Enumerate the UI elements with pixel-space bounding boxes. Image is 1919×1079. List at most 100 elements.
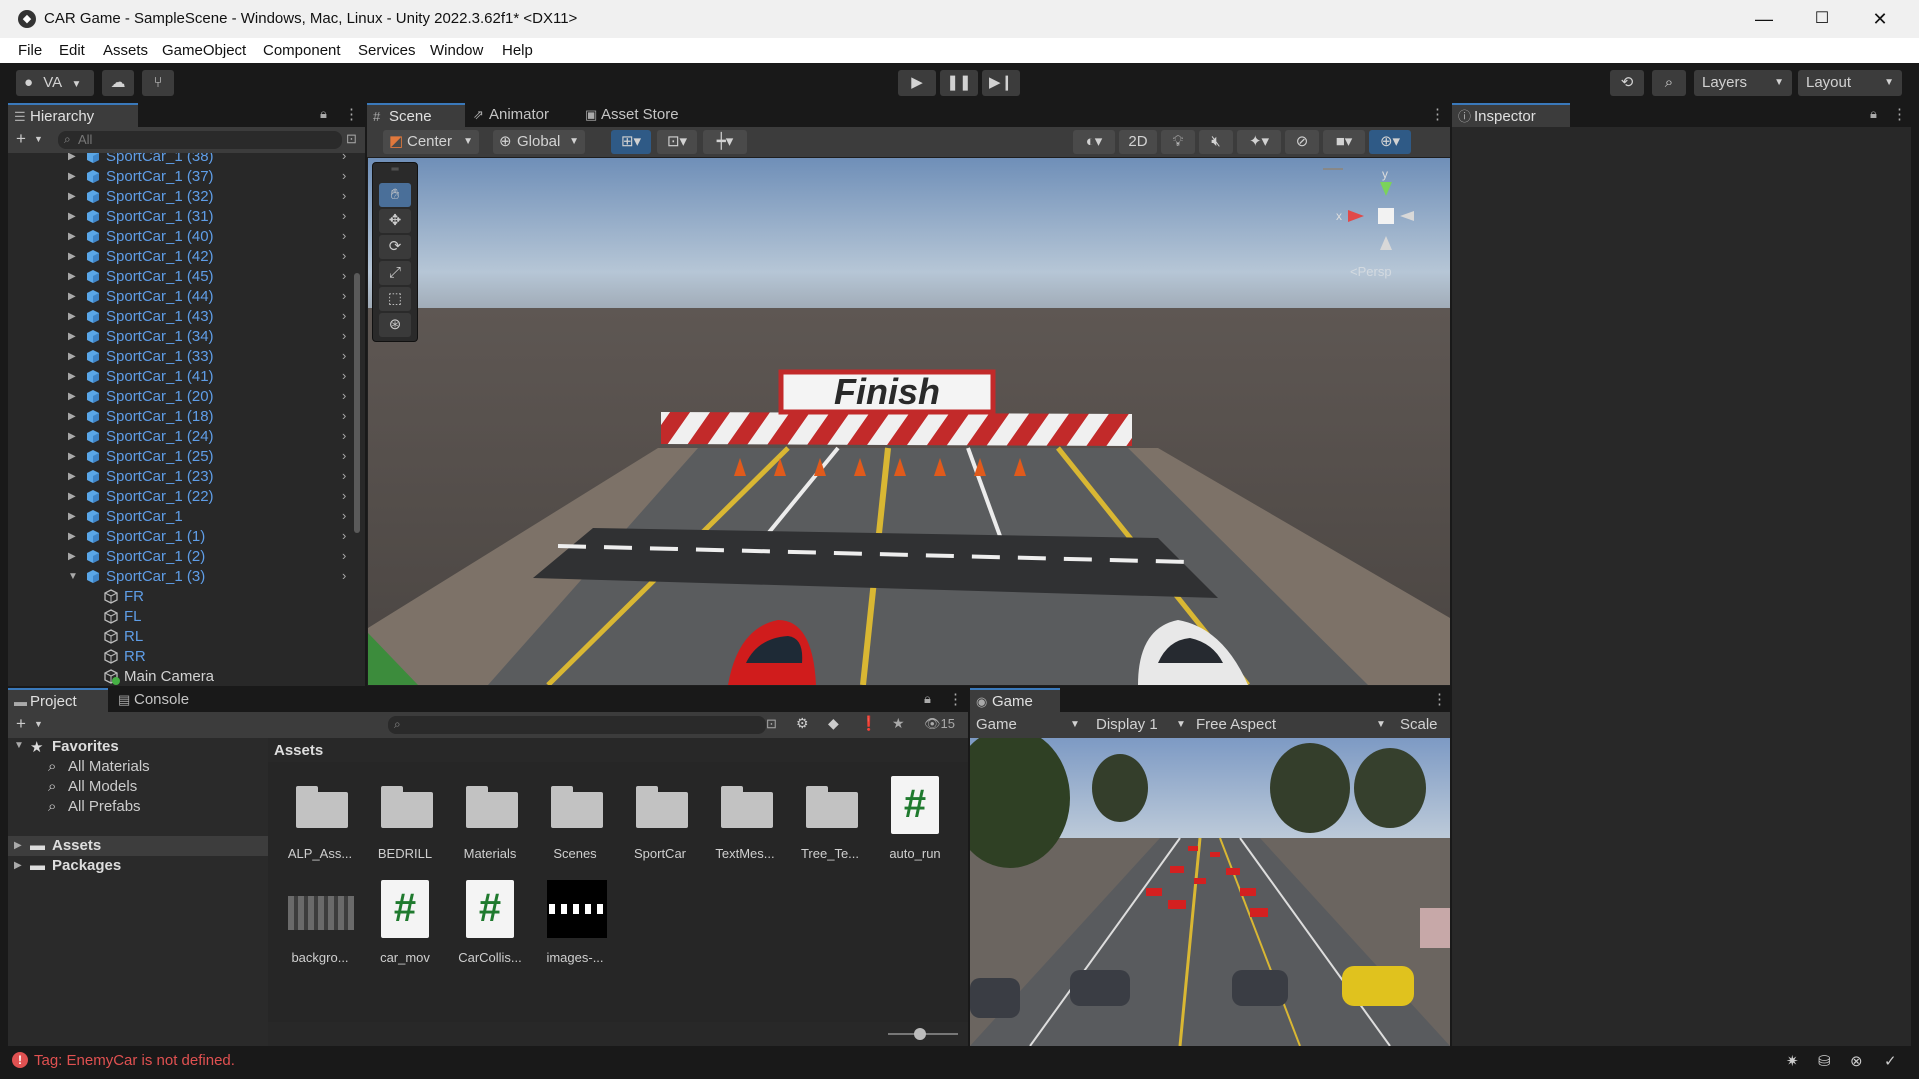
space-dropdown[interactable]: ⊕ Global ▼ (493, 130, 585, 154)
chevron-right-icon[interactable]: › (342, 268, 346, 283)
audio-icon[interactable]: 🔇︎ (1199, 130, 1233, 154)
expand-arrow-icon[interactable]: ▶ (68, 391, 76, 402)
hierarchy-item[interactable]: ▶ SportCar_1 (43) › (8, 307, 353, 327)
chevron-right-icon[interactable]: › (342, 348, 346, 363)
expand-arrow-icon[interactable]: ▶ (68, 371, 76, 382)
asset-item[interactable]: images-... (535, 880, 615, 972)
expand-arrow-icon[interactable]: ▶ (68, 531, 76, 542)
hierarchy-item[interactable]: ▶ SportCar_1 (38) › (8, 153, 353, 167)
chevron-down-icon[interactable]: ▼ (34, 719, 43, 729)
expand-arrow-icon[interactable]: ▶ (68, 331, 76, 342)
more-icon[interactable]: ⋮ (344, 105, 359, 123)
tab-inspector[interactable]: ⓘ Inspector (1452, 103, 1570, 127)
expand-arrow-icon[interactable]: ▶ (68, 471, 76, 482)
chevron-right-icon[interactable]: › (342, 168, 346, 183)
tree-assets[interactable]: Assets (52, 837, 101, 854)
asset-item[interactable]: BEDRILL (365, 776, 445, 868)
expand-arrow-icon[interactable]: ▶ (68, 153, 76, 162)
tree-assets-row[interactable] (8, 836, 268, 856)
overlay-handle[interactable] (1323, 168, 1343, 170)
tree-all-prefabs[interactable]: All Prefabs (68, 798, 141, 815)
camera-icon[interactable]: ■▾ (1323, 130, 1365, 154)
grid-snap-button[interactable]: ⊞▾ (611, 130, 651, 154)
star-icon[interactable]: ★ (892, 715, 905, 732)
menu-file[interactable]: File (18, 42, 42, 59)
expand-arrow-icon[interactable]: ▶ (68, 171, 76, 182)
pivot-dropdown[interactable]: ◩ Center ▼ (383, 130, 479, 154)
close-icon[interactable]: ✕ (1858, 4, 1902, 34)
hierarchy-item[interactable]: ▶ SportCar_1 (2) › (8, 547, 353, 567)
cache-icon[interactable]: ⛁ (1818, 1052, 1831, 1070)
tab-asset-store[interactable]: ▣ Asset Store (579, 103, 709, 127)
expand-arrow-icon[interactable]: ▶ (68, 351, 76, 362)
cloud-icon[interactable]: ☁ (102, 70, 134, 96)
collapse-arrow-icon[interactable]: ▼ (68, 571, 78, 582)
hierarchy-item[interactable]: ▶ SportCar_1 (37) › (8, 167, 353, 187)
icon-size-slider[interactable] (888, 1028, 958, 1040)
expand-arrow-icon[interactable]: ▶ (68, 311, 76, 322)
expand-arrow-icon[interactable]: ▶ (68, 451, 76, 462)
tab-project[interactable]: ▬ Project (8, 688, 108, 712)
expand-arrow-icon[interactable]: ▶ (68, 551, 76, 562)
hierarchy-item[interactable]: RL (8, 627, 353, 647)
breadcrumb-assets[interactable]: Assets (274, 742, 323, 759)
hierarchy-item[interactable]: ▶ SportCar_1 (32) › (8, 187, 353, 207)
chevron-right-icon[interactable]: › (342, 288, 346, 303)
hierarchy-item[interactable]: ▶ SportCar_1 (20) › (8, 387, 353, 407)
menu-gameobject[interactable]: GameObject (162, 42, 246, 59)
warning-icon[interactable]: ❗ (860, 715, 877, 732)
hierarchy-item[interactable]: ▶ SportCar_1 (42) › (8, 247, 353, 267)
expand-arrow-icon[interactable]: ▶ (68, 491, 76, 502)
hierarchy-item[interactable]: ▶ SportCar_1 (18) › (8, 407, 353, 427)
rotate-tool-icon[interactable]: ⟳ (379, 235, 411, 259)
chevron-right-icon[interactable]: › (342, 408, 346, 423)
collab-icon[interactable]: ⑂ (142, 70, 174, 96)
chevron-right-icon[interactable]: › (342, 468, 346, 483)
filter-type-icon[interactable]: ⚙ (796, 715, 809, 732)
asset-item[interactable]: SportCar (620, 776, 700, 868)
expand-arrow-icon[interactable]: ▶ (68, 271, 76, 282)
hierarchy-item[interactable]: FL (8, 607, 353, 627)
chevron-right-icon[interactable]: › (342, 548, 346, 563)
chevron-right-icon[interactable]: › (342, 428, 346, 443)
bug-icon[interactable]: ✷ (1786, 1052, 1799, 1070)
expand-arrow-icon[interactable]: ▶ (68, 291, 76, 302)
hierarchy-item[interactable]: ▶ SportCar_1 (25) › (8, 447, 353, 467)
rect-tool-icon[interactable]: ⬚ (379, 287, 411, 311)
more-icon[interactable]: ⋮ (1430, 105, 1445, 123)
hidden-packages-count[interactable]: 👁︎15 (924, 716, 955, 732)
asset-item[interactable]: # CarCollis... (450, 880, 530, 972)
persp-label[interactable]: <Persp (1350, 264, 1392, 279)
hierarchy-item[interactable]: ▶ SportCar_1 (41) › (8, 367, 353, 387)
chevron-right-icon[interactable]: › (342, 388, 346, 403)
expand-arrow-icon[interactable]: ▶ (68, 511, 76, 522)
lock-icon[interactable]: 🔒︎ (924, 691, 931, 707)
maximize-icon[interactable]: ☐ (1800, 4, 1844, 34)
menu-component[interactable]: Component (263, 42, 341, 59)
menu-services[interactable]: Services (358, 42, 416, 59)
chevron-right-icon[interactable]: › (342, 528, 346, 543)
tab-console[interactable]: ▤ Console (112, 688, 212, 712)
tools-drag-handle[interactable]: ═ (379, 165, 411, 175)
play-button[interactable]: ▶ (898, 70, 936, 96)
tab-scene[interactable]: # Scene (367, 103, 465, 127)
expand-arrow-icon[interactable]: ▶ (68, 191, 76, 202)
account-button[interactable]: ● VA ▼ (16, 70, 94, 96)
chevron-right-icon[interactable]: › (342, 208, 346, 223)
search-icon[interactable]: ⌕ (1652, 70, 1686, 96)
hierarchy-item[interactable]: ▶ SportCar_1 › (8, 507, 353, 527)
lighting-icon[interactable]: 💡︎ (1161, 130, 1195, 154)
asset-item[interactable]: backgro... (280, 880, 360, 972)
hierarchy-item[interactable]: ▶ SportCar_1 (44) › (8, 287, 353, 307)
scene-viewport[interactable]: Finish y x <Persp (368, 158, 1450, 685)
menu-edit[interactable]: Edit (59, 42, 85, 59)
chevron-right-icon[interactable]: › (342, 153, 346, 163)
asset-item[interactable]: TextMes... (705, 776, 785, 868)
visibility-icon[interactable]: ⊘ (1285, 130, 1319, 154)
label-icon[interactable]: ◆ (828, 715, 839, 732)
tab-hierarchy[interactable]: ☰ Hierarchy (8, 103, 138, 127)
hierarchy-item[interactable]: ▶ SportCar_1 (22) › (8, 487, 353, 507)
expand-arrow-icon[interactable]: ▶ (68, 431, 76, 442)
hierarchy-item[interactable]: FR (8, 587, 353, 607)
asset-item[interactable]: # auto_run (875, 776, 955, 868)
